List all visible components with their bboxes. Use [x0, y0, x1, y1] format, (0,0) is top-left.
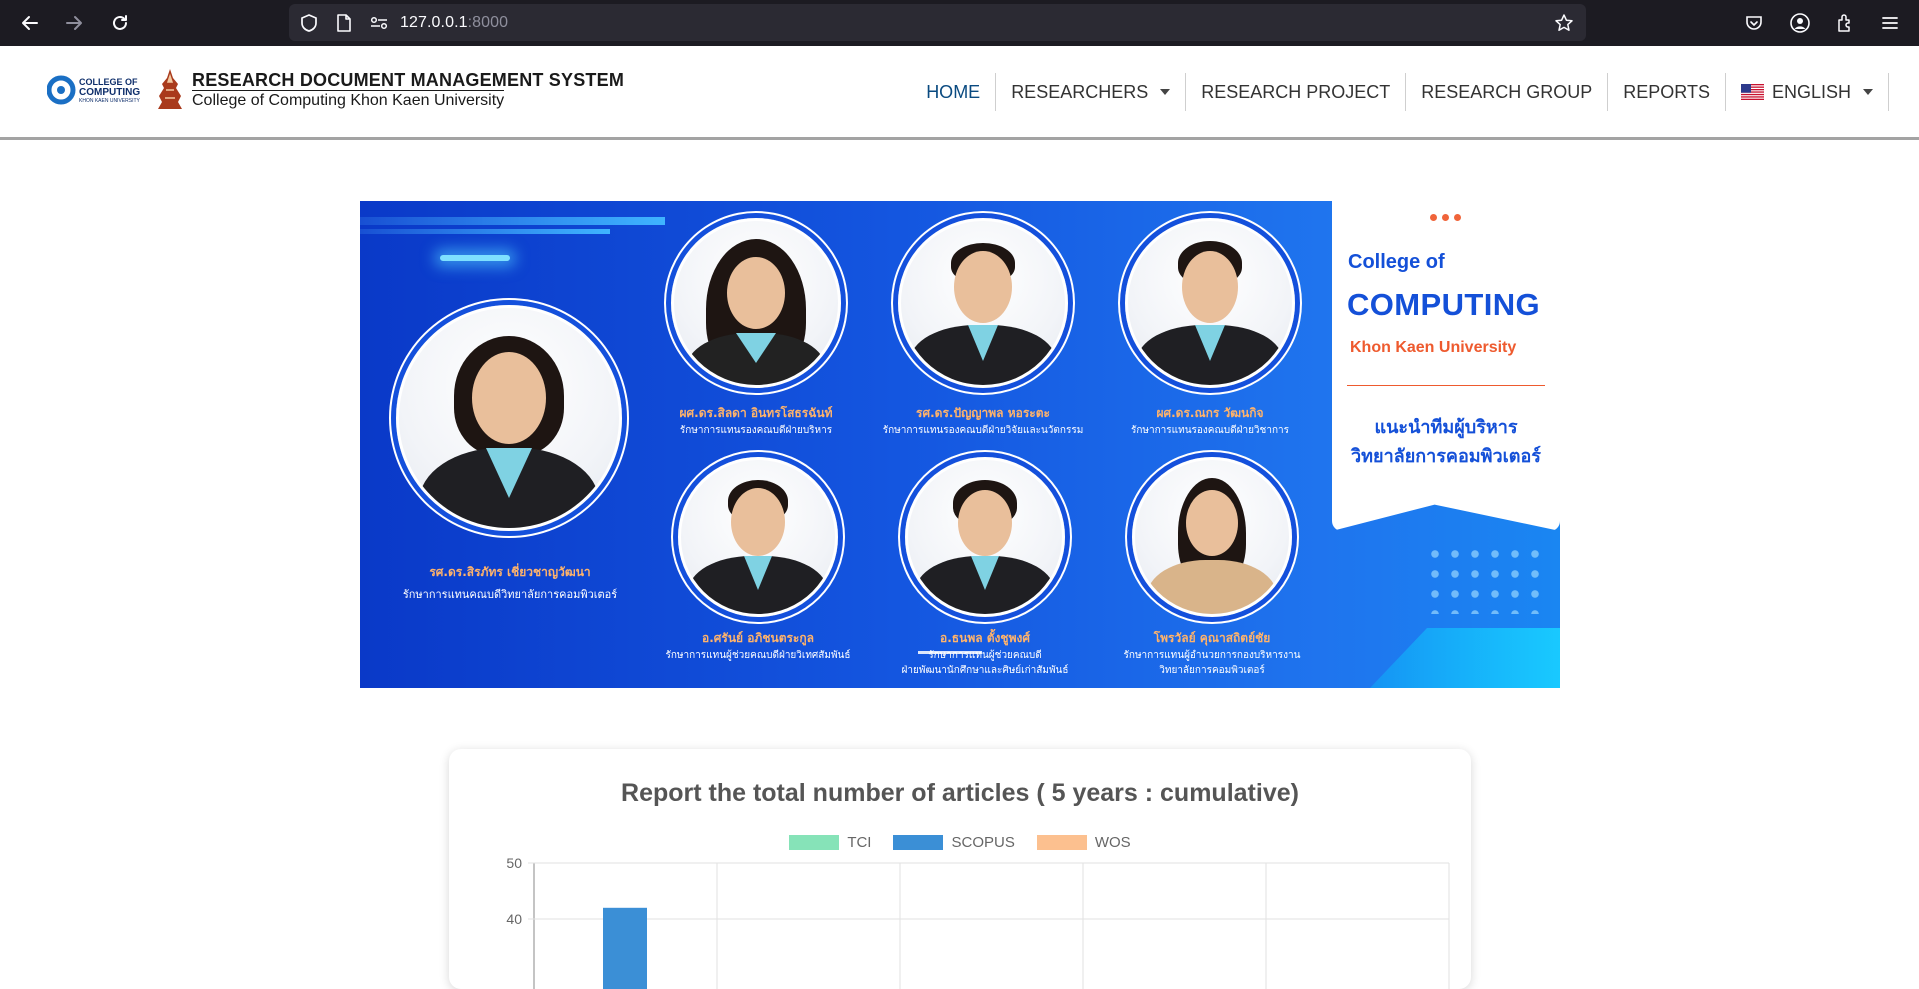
connection-icon[interactable]	[369, 13, 389, 33]
computing-text: COMPUTING	[1347, 287, 1541, 322]
portrait-person	[671, 218, 841, 388]
slide-indicator[interactable]	[918, 651, 982, 654]
university-text: Khon Kaen University	[1350, 339, 1517, 356]
portrait-person	[898, 218, 1068, 388]
banner-glow	[440, 255, 510, 261]
nav-home[interactable]: HOME	[911, 73, 997, 111]
portrait-dean	[396, 305, 622, 531]
site-header: COLLEGE OF COMPUTING KHON KAEN UNIVERSIT…	[0, 46, 1919, 140]
bookmark-star-icon[interactable]	[1554, 13, 1574, 33]
forward-icon[interactable]	[58, 7, 90, 39]
executives-banner: รศ.ดร.สิรภัทร เชี่ยวชาญวัฒนา รักษาการแทน…	[360, 201, 1560, 688]
url-text[interactable]: 127.0.0.1:8000	[400, 14, 508, 32]
person-name: ผศ.ดร.ณกร วัฒนกิจ	[1156, 406, 1264, 420]
dots-icon	[1430, 214, 1470, 221]
nav-researchers[interactable]: RESEARCHERS	[996, 73, 1187, 111]
portrait-person	[1132, 457, 1292, 617]
nav-researchers-label: RESEARCHERS	[1011, 81, 1149, 102]
account-icon[interactable]	[1784, 7, 1816, 39]
logo-text-bottom: KHON KAEN UNIVERSITY	[79, 98, 141, 104]
y-tick-label: 50	[506, 855, 522, 871]
college-card: College of COMPUTING Khon Kaen Universit…	[1332, 201, 1560, 531]
portrait-person	[1125, 218, 1295, 388]
portrait-person	[905, 457, 1065, 617]
pocket-icon[interactable]	[1738, 7, 1770, 39]
bar-scopus[interactable]	[603, 907, 647, 989]
browser-toolbar: 127.0.0.1:8000	[0, 0, 1919, 46]
main-nav: HOME RESEARCHERS RESEARCH PROJECT RESEAR…	[911, 72, 1889, 112]
banner-stripe	[360, 229, 610, 234]
reload-icon[interactable]	[104, 7, 136, 39]
nav-research-project[interactable]: RESEARCH PROJECT	[1186, 73, 1407, 111]
nav-language[interactable]: ENGLISH	[1726, 73, 1889, 111]
us-flag-icon	[1740, 84, 1764, 100]
nav-reports[interactable]: REPORTS	[1608, 73, 1726, 111]
intro-line-1: แนะนำทีมผู้บริหาร	[1374, 417, 1518, 438]
person-role: รักษาการแทนคณบดีวิทยาลัยการคอมพิวเตอร์	[402, 588, 618, 601]
caret-down-icon	[1863, 89, 1873, 95]
logo-text-top: COLLEGE OF	[79, 77, 138, 87]
portrait-person	[678, 457, 838, 617]
url-port: :8000	[467, 14, 509, 31]
nav-reports-label: REPORTS	[1623, 81, 1710, 102]
page-icon[interactable]	[335, 13, 353, 33]
system-title: RESEARCH DOCUMENT MANAGEMENT SYSTEM	[192, 70, 625, 90]
menu-icon[interactable]	[1874, 7, 1906, 39]
articles-bar-chart: 50 40	[506, 855, 1450, 989]
caret-down-icon	[1160, 89, 1171, 95]
shield-icon[interactable]	[299, 13, 319, 33]
decorative-dots	[1425, 544, 1545, 614]
logo-text-main: COMPUTING	[79, 87, 140, 98]
nav-language-label: ENGLISH	[1771, 81, 1851, 102]
banner-stripe	[360, 217, 665, 225]
person-role: รักษาการแทนรองคณบดีฝ่ายวิชาการ	[1130, 425, 1289, 436]
divider	[1347, 385, 1545, 386]
url-host: 127.0.0.1	[400, 14, 468, 31]
nav-research-group[interactable]: RESEARCH GROUP	[1406, 73, 1609, 111]
kku-emblem-icon	[158, 69, 182, 109]
nav-research-project-label: RESEARCH PROJECT	[1201, 81, 1391, 102]
person-role-line2: วิทยาลัยการคอมพิวเตอร์	[1159, 665, 1265, 676]
address-bar[interactable]: 127.0.0.1:8000	[289, 4, 1586, 41]
report-card: Report the total number of articles ( 5 …	[449, 749, 1471, 989]
system-subtitle: College of Computing Khon Kaen Universit…	[192, 90, 505, 109]
nav-home-label: HOME	[926, 81, 981, 102]
person-name: รศ.ดร.สิรภัทร เชี่ยวชาญวัฒนา	[429, 565, 591, 579]
y-tick-label: 40	[506, 911, 522, 927]
college-of-computing-logo: COLLEGE OF COMPUTING KHON KAEN UNIVERSIT…	[47, 75, 141, 105]
back-icon[interactable]	[14, 7, 46, 39]
decorative-wedge	[1370, 628, 1560, 688]
person-name: โพรวัลย์ คุณาสถิตย์ชัย	[1153, 631, 1271, 645]
nav-research-group-label: RESEARCH GROUP	[1421, 81, 1593, 102]
person-role: รักษาการแทนผู้อำนวยการกองบริหารงาน	[1123, 650, 1301, 661]
college-of-text: College of	[1348, 251, 1445, 273]
extensions-icon[interactable]	[1829, 7, 1861, 39]
intro-line-2: วิทยาลัยการคอมพิวเตอร์	[1351, 446, 1541, 467]
